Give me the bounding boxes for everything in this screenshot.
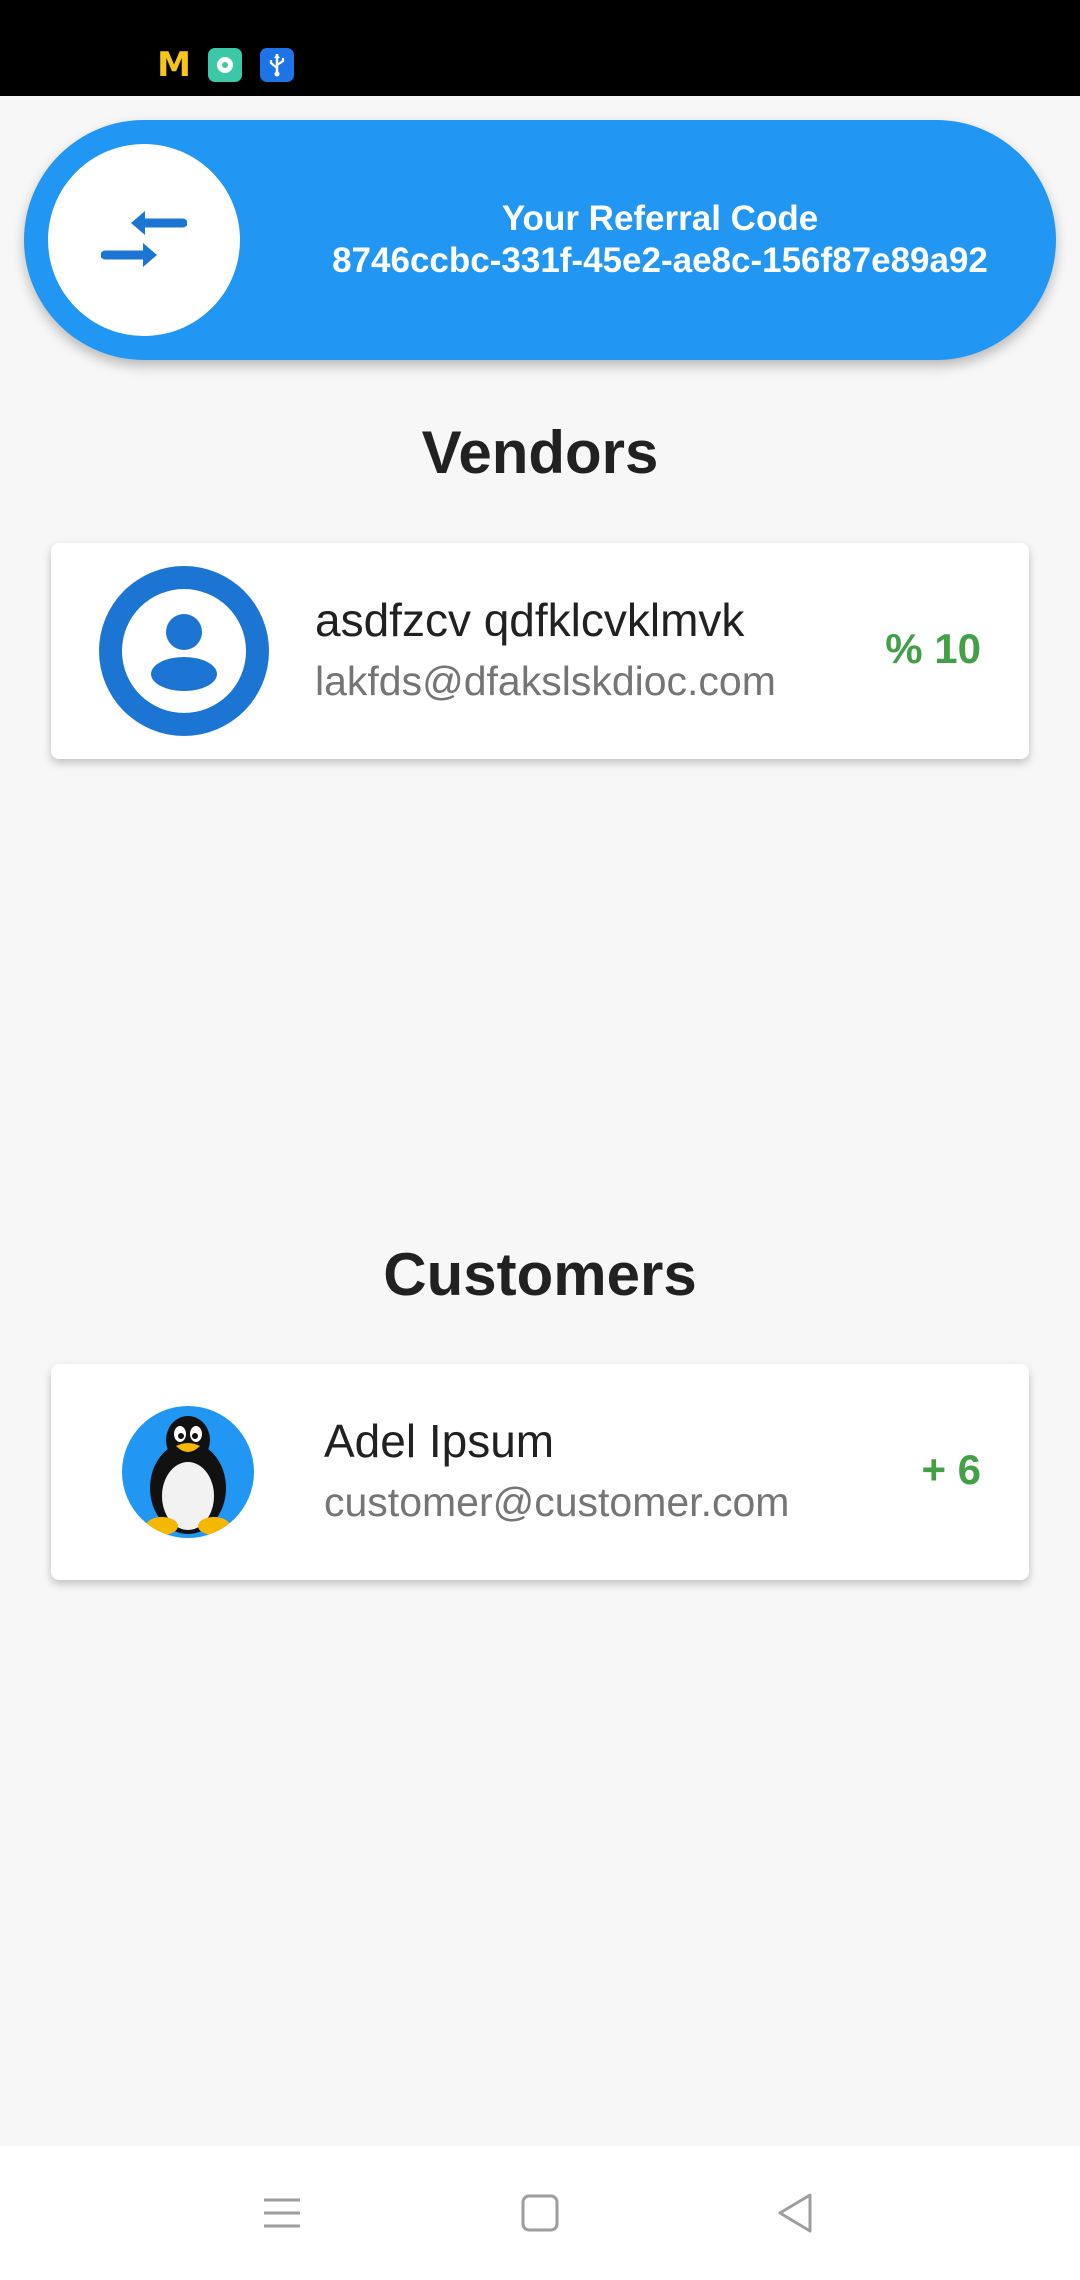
menu-icon[interactable] xyxy=(249,2180,315,2246)
account-circle-icon xyxy=(99,566,269,736)
referral-code-banner[interactable]: Your Referral Code 8746ccbc-331f-45e2-ae… xyxy=(24,120,1056,360)
vendor-name: asdfzcv qdfklcvklmvk xyxy=(315,594,745,646)
customer-name: Adel Ipsum xyxy=(324,1415,555,1467)
swap-arrows-icon xyxy=(101,211,187,267)
vendor-email: lakfds@dfakslskdioc.com xyxy=(315,658,776,704)
mcdonalds-icon: M xyxy=(157,45,191,85)
usb-icon xyxy=(260,48,294,82)
vendors-heading: Vendors xyxy=(421,419,659,486)
customer-card[interactable]: Adel Ipsum customer@customer.com + 6 xyxy=(51,1364,1029,1580)
referral-text: Your Referral Code 8746ccbc-331f-45e2-ae… xyxy=(264,198,1056,282)
home-icon[interactable] xyxy=(507,2180,573,2246)
vendor-card[interactable]: asdfzcv qdfklcvklmvk lakfds@dfakslskdioc… xyxy=(51,543,1029,759)
customer-email: customer@customer.com xyxy=(324,1479,790,1525)
customers-heading: Customers xyxy=(383,1241,697,1308)
referral-code: 8746ccbc-331f-45e2-ae8c-156f87e89a92 xyxy=(332,241,988,280)
back-icon[interactable] xyxy=(762,2180,828,2246)
status-bar: M xyxy=(0,0,1080,96)
chat-app-icon xyxy=(208,48,242,82)
vendor-percentage: % 10 xyxy=(885,625,981,672)
penguin-avatar xyxy=(122,1406,254,1538)
referral-icon-circle xyxy=(48,144,240,336)
system-nav-bar xyxy=(0,2146,1080,2280)
referral-title: Your Referral Code xyxy=(501,199,819,238)
customer-points: + 6 xyxy=(921,1446,981,1493)
